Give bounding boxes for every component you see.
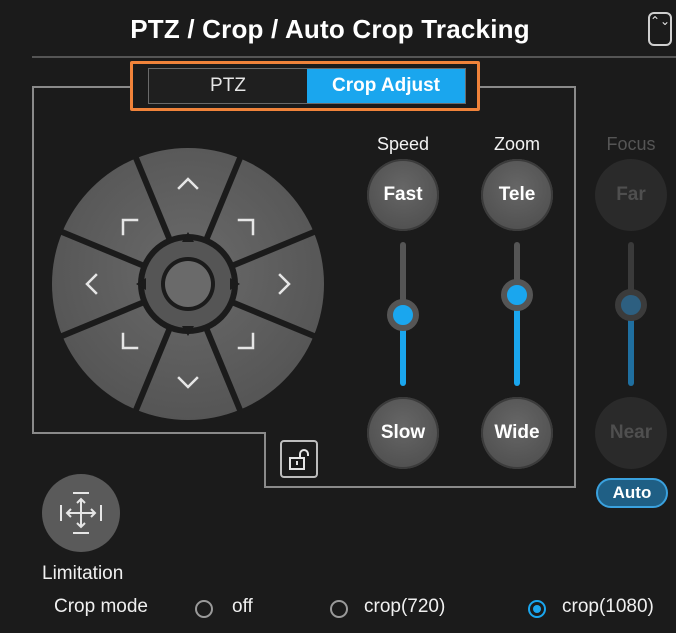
limitation-button[interactable] [42, 474, 120, 552]
frame-line [574, 86, 576, 488]
crop-mode-label: Crop mode [54, 596, 148, 617]
tab-ptz[interactable]: PTZ [149, 69, 307, 103]
crop-720-radio[interactable] [330, 600, 348, 618]
frame-line [264, 432, 266, 488]
title-divider [32, 56, 676, 58]
crop-off-radio[interactable] [195, 600, 213, 618]
crop-1080-label: crop(1080) [562, 596, 654, 617]
speed-slow-button[interactable]: Slow [367, 397, 439, 469]
frame-line [32, 86, 130, 88]
directional-pad-icon[interactable] [50, 146, 326, 422]
crop-off-label: off [232, 596, 253, 617]
speed-fast-button[interactable]: Fast [367, 159, 439, 231]
crop-1080-radio[interactable] [528, 600, 546, 618]
focus-near-button[interactable]: Near [595, 397, 667, 469]
zoom-wide-button[interactable]: Wide [481, 397, 553, 469]
lock-button[interactable] [280, 440, 318, 478]
move-limit-icon [60, 492, 102, 534]
frame-line [480, 86, 576, 88]
panel-title: PTZ / Crop / Auto Crop Tracking [130, 14, 530, 44]
crop-720-label: crop(720) [364, 596, 446, 617]
focus-auto-button[interactable]: Auto [596, 478, 668, 508]
limitation-label: Limitation [42, 563, 124, 584]
scroll-toggle-button[interactable]: ⌃⌄ [648, 12, 672, 46]
speed-slider-handle[interactable] [387, 299, 419, 331]
frame-line [32, 432, 266, 434]
focus-far-button[interactable]: Far [595, 159, 667, 231]
zoom-tele-button[interactable]: Tele [481, 159, 553, 231]
focus-slider-handle[interactable] [615, 289, 647, 321]
focus-label: Focus [606, 134, 656, 154]
frame-line [32, 86, 34, 434]
zoom-slider-handle[interactable] [501, 279, 533, 311]
frame-line [264, 486, 576, 488]
zoom-label: Zoom [493, 134, 540, 154]
tab-crop-adjust[interactable]: Crop Adjust [307, 69, 465, 103]
speed-label: Speed [376, 134, 430, 154]
mode-tabs: PTZ Crop Adjust [148, 68, 466, 104]
unlock-icon [289, 449, 309, 470]
